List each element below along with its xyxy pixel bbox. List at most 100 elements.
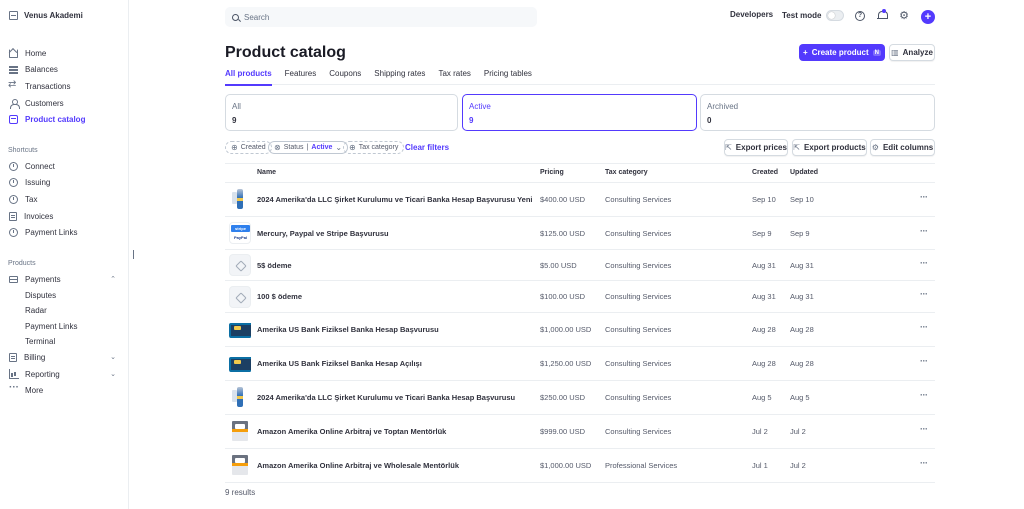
product-name[interactable]: 2024 Amerika'da LLC Şirket Kurulumu ve T…: [257, 195, 533, 204]
product-tax-category: Consulting Services: [605, 427, 672, 436]
table-row[interactable]: Amerika US Bank Fiziksel Banka Hesap Açı…: [225, 347, 935, 381]
row-overflow-menu-icon[interactable]: ···: [920, 390, 928, 400]
row-overflow-menu-icon[interactable]: ···: [920, 322, 928, 332]
sidebar-item-reporting[interactable]: Reporting ⌄: [0, 366, 129, 383]
row-overflow-menu-icon[interactable]: ···: [920, 226, 928, 236]
table-row[interactable]: 2024 Amerika'da LLC Şirket Kurulumu ve T…: [225, 183, 935, 217]
account-switcher[interactable]: Venus Akademi: [9, 11, 83, 20]
product-tax-category: Consulting Services: [605, 229, 672, 238]
sidebar-item-issuing[interactable]: Issuing: [0, 175, 129, 192]
column-pricing[interactable]: Pricing: [540, 169, 564, 176]
sidebar-item-more[interactable]: More: [0, 382, 129, 399]
table-row[interactable]: Amazon Amerika Online Arbitraj ve Wholes…: [225, 449, 935, 483]
row-overflow-menu-icon[interactable]: ···: [920, 356, 928, 366]
export-prices-button[interactable]: ⇱ Export prices: [724, 139, 788, 156]
tab-tax-rates[interactable]: Tax rates: [438, 69, 470, 85]
row-overflow-menu-icon[interactable]: ···: [920, 289, 928, 299]
product-created: Aug 28: [752, 325, 776, 334]
sidebar-item-home[interactable]: Home: [0, 45, 129, 62]
filter-card-archived[interactable]: Archived 0: [700, 94, 935, 131]
tab-pricing-tables[interactable]: Pricing tables: [484, 69, 532, 85]
product-tax-category: Consulting Services: [605, 325, 672, 334]
payment-links-icon: [9, 228, 18, 238]
search-icon: [232, 13, 239, 21]
tab-all-products[interactable]: All products: [225, 69, 272, 86]
toggle-switch[interactable]: [826, 10, 845, 21]
product-image: [229, 454, 251, 476]
product-name[interactable]: Amerika US Bank Fiziksel Banka Hesap Açı…: [257, 359, 422, 368]
tab-coupons[interactable]: Coupons: [329, 69, 361, 85]
column-updated[interactable]: Updated: [790, 169, 818, 176]
product-pricing: $250.00 USD: [540, 393, 586, 402]
product-name[interactable]: 2024 Amerika'da LLC Şirket Kurulumu ve T…: [257, 393, 515, 402]
sidebar-item-disputes[interactable]: Disputes: [0, 288, 129, 303]
sidebar-item-product-catalog[interactable]: Product catalog: [0, 111, 129, 128]
table-row[interactable]: 2024 Amerika'da LLC Şirket Kurulumu ve T…: [225, 381, 935, 415]
row-overflow-menu-icon[interactable]: ···: [920, 458, 928, 468]
table-row[interactable]: Mercury, Paypal ve Stripe Başvurusu $125…: [225, 217, 935, 250]
chevron-down-icon: ⌄: [110, 354, 116, 362]
create-plus-button[interactable]: +: [921, 10, 935, 24]
plus-icon: +: [803, 48, 808, 57]
tax-category-filter-chip[interactable]: ⊕ Tax category: [343, 141, 405, 154]
add-circle-icon: ⊕: [231, 143, 238, 152]
clear-filters-link[interactable]: Clear filters: [405, 143, 449, 152]
table-header: Name Pricing Tax category Created Update…: [225, 163, 935, 183]
table-row[interactable]: Amazon Amerika Online Arbitraj ve Toptan…: [225, 415, 935, 449]
customers-icon: [9, 98, 20, 109]
column-tax-category[interactable]: Tax category: [605, 169, 648, 176]
create-product-button[interactable]: + Create product N: [799, 44, 885, 61]
sidebar-item-radar[interactable]: Radar: [0, 303, 129, 318]
main-nav: Home Balances Transactions Customers Pro…: [0, 45, 129, 128]
tab-features[interactable]: Features: [285, 69, 317, 85]
filter-card-active[interactable]: Active 9: [462, 94, 697, 131]
product-name[interactable]: Mercury, Paypal ve Stripe Başvurusu: [257, 229, 389, 238]
row-overflow-menu-icon[interactable]: ···: [920, 192, 928, 202]
sidebar-item-customers[interactable]: Customers: [0, 95, 129, 112]
keyboard-shortcut-badge: N: [872, 49, 881, 56]
help-icon[interactable]: ?: [855, 11, 865, 21]
settings-gear-icon[interactable]: ⚙: [899, 11, 909, 22]
product-tax-category: Consulting Services: [605, 393, 672, 402]
results-count: 9 results: [225, 488, 256, 497]
billing-icon: [9, 352, 17, 362]
row-overflow-menu-icon[interactable]: ···: [920, 424, 928, 434]
product-pricing: $5.00 USD: [540, 261, 577, 270]
transactions-icon: [8, 79, 18, 91]
product-name[interactable]: Amazon Amerika Online Arbitraj ve Wholes…: [257, 461, 459, 470]
product-pricing: $1,000.00 USD: [540, 461, 592, 470]
column-created[interactable]: Created: [752, 169, 778, 176]
sidebar-item-payment-links[interactable]: Payment Links: [0, 224, 129, 241]
analyze-button[interactable]: ▥ Analyze: [889, 44, 935, 61]
search-bar[interactable]: Search: [225, 7, 537, 27]
sidebar-item-balances[interactable]: Balances: [0, 62, 129, 79]
status-filter-chip[interactable]: ⊗ Status | Active ⌄: [268, 141, 349, 154]
created-filter-chip[interactable]: ⊕ Created: [225, 141, 272, 154]
tab-shipping-rates[interactable]: Shipping rates: [374, 69, 425, 85]
product-name[interactable]: 5$ ödeme: [257, 261, 292, 270]
export-products-button[interactable]: ⇱ Export products: [792, 139, 867, 156]
product-name[interactable]: Amerika US Bank Fiziksel Banka Hesap Baş…: [257, 325, 439, 334]
table-row[interactable]: Amerika US Bank Fiziksel Banka Hesap Baş…: [225, 313, 935, 347]
sidebar-item-tax[interactable]: Tax: [0, 191, 129, 208]
balances-icon: [9, 65, 18, 74]
developers-link[interactable]: Developers: [730, 10, 773, 19]
test-mode-toggle[interactable]: Test mode: [782, 10, 845, 21]
product-pricing: $999.00 USD: [540, 427, 586, 436]
sidebar-item-terminal[interactable]: Terminal: [0, 334, 129, 349]
sidebar-item-payment-links-sub[interactable]: Payment Links: [0, 318, 129, 333]
sidebar-item-invoices[interactable]: Invoices: [0, 208, 129, 225]
product-name[interactable]: Amazon Amerika Online Arbitraj ve Toptan…: [257, 427, 446, 436]
product-name[interactable]: 100 $ ödeme: [257, 292, 302, 301]
column-name[interactable]: Name: [257, 169, 276, 176]
sidebar-item-transactions[interactable]: Transactions: [0, 78, 129, 95]
chevron-up-icon: ⌃: [110, 276, 116, 284]
sidebar-item-payments[interactable]: Payments ⌃: [0, 271, 129, 288]
table-row[interactable]: 5$ ödeme $5.00 USD Consulting Services A…: [225, 250, 935, 281]
filter-card-all[interactable]: All 9: [225, 94, 458, 131]
edit-columns-button[interactable]: ⚙ Edit columns: [870, 139, 935, 156]
sidebar-item-billing[interactable]: Billing ⌄: [0, 349, 129, 366]
sidebar-item-connect[interactable]: Connect: [0, 158, 129, 175]
table-row[interactable]: 100 $ ödeme $100.00 USD Consulting Servi…: [225, 281, 935, 313]
row-overflow-menu-icon[interactable]: ···: [920, 258, 928, 268]
